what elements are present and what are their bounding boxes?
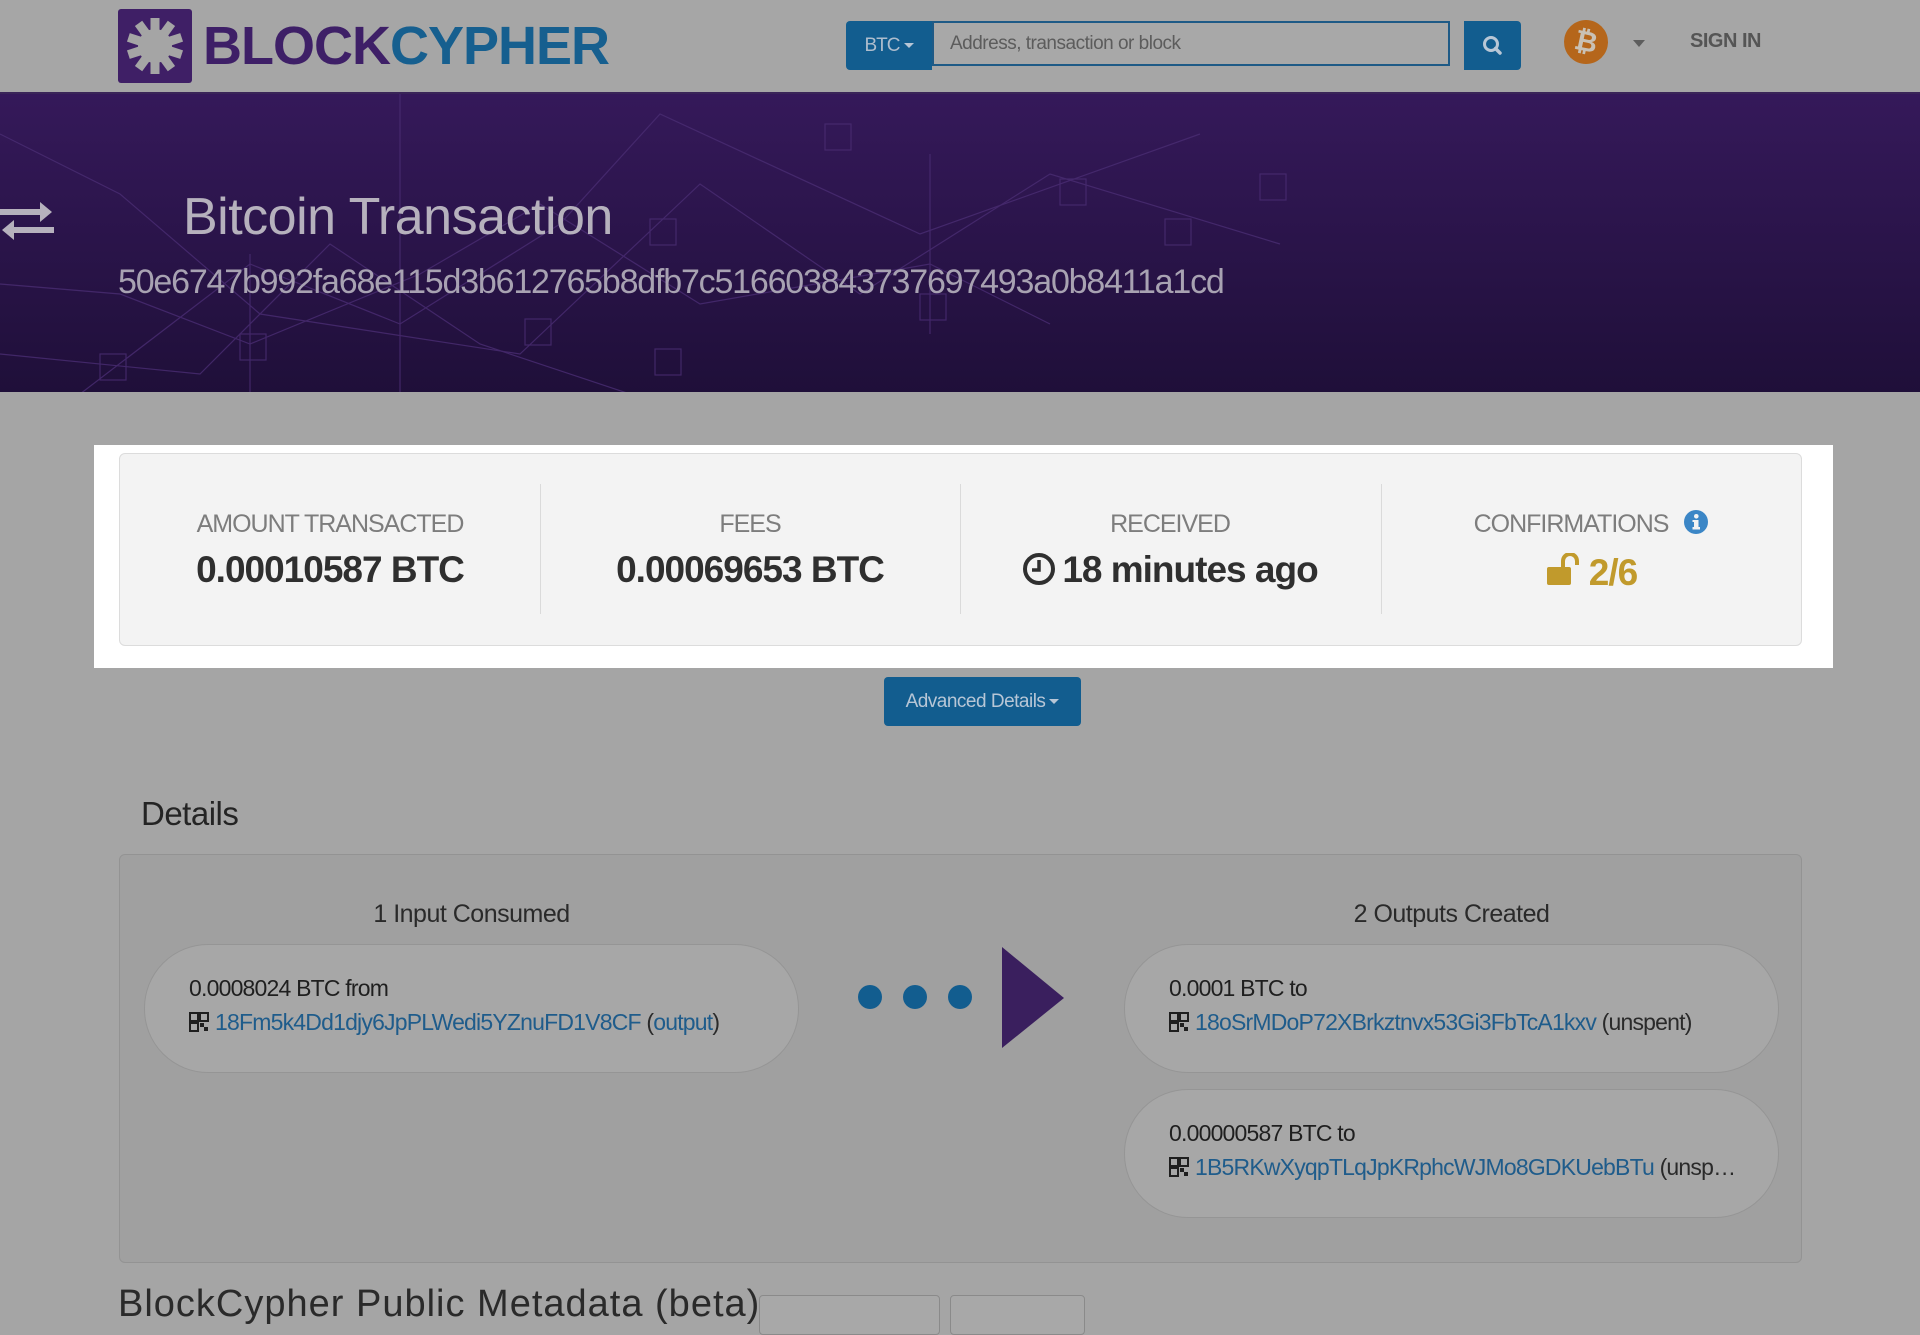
chevron-down-icon (903, 43, 914, 49)
transfer-arrows-icon (0, 202, 54, 240)
output-item: 0.00000587 BTC to 1B5RKwXyqpTLqJpKRphcWJ… (1124, 1089, 1779, 1218)
input-item: 0.0008024 BTC from 18Fm5k4Dd1djy6JpPLWed… (144, 944, 799, 1073)
brand-part-block: BLOCK (203, 16, 391, 76)
stat-value-row: 18 minutes ago (960, 549, 1380, 591)
search-button[interactable] (1464, 21, 1521, 70)
top-navbar: BLOCKCYPHER BTC ₿ SIGN IN (0, 0, 1920, 94)
qr-code-icon[interactable] (1169, 1157, 1189, 1177)
qr-code-icon[interactable] (1169, 1012, 1189, 1032)
received-time: 18 minutes ago (1062, 549, 1318, 590)
output-address-link[interactable]: 18oSrMDoP72XBrkztnvx53Gi3FbTcA1kxv (1195, 1009, 1597, 1035)
stat-confirmations: CONFIRMATIONS 2/6 (1381, 454, 1801, 645)
output-address-row: 18oSrMDoP72XBrkztnvx53Gi3FbTcA1kxv (unsp… (1169, 1009, 1692, 1036)
metadata-button[interactable] (950, 1295, 1085, 1335)
stat-value: 0.00010587 BTC (196, 549, 465, 590)
clock-icon (1023, 553, 1056, 585)
flow-arrow-icon (1002, 947, 1064, 1048)
input-amount: 0.0008024 BTC from (189, 975, 389, 1001)
brand-part-cypher: CYPHER (389, 16, 610, 76)
stat-label: AMOUNT TRANSACTED (196, 510, 465, 538)
stat-label-row: CONFIRMATIONS (1381, 510, 1801, 539)
qr-code-icon[interactable] (189, 1012, 209, 1032)
sign-in-link[interactable]: SIGN IN (1690, 30, 1761, 53)
hero-banner: Bitcoin Transaction 50e6747b992fa68e115d… (0, 94, 1920, 392)
stat-amount-transacted: AMOUNT TRANSACTED 0.00010587 BTC (120, 454, 540, 645)
outputs-heading: 2 Outputs Created (1353, 900, 1550, 928)
output-status: (unsp… (1653, 1154, 1736, 1180)
search-input[interactable] (932, 21, 1450, 66)
stat-label: RECEIVED (1110, 510, 1231, 538)
stat-received: RECEIVED 18 minutes ago (960, 454, 1380, 645)
page-title: Bitcoin Transaction (183, 188, 613, 246)
flow-dot-icon (948, 985, 972, 1009)
transaction-hash[interactable]: 50e6747b992fa68e115d3b612765b8dfb7c51660… (118, 258, 1225, 306)
output-amount: 0.0001 BTC to (1169, 975, 1308, 1001)
output-address-link[interactable]: 1B5RKwXyqpTLqJpKRphcWJMo8GDKUebBTu (1195, 1154, 1655, 1180)
stat-label: FEES (719, 510, 781, 538)
output-item: 0.0001 BTC to 18oSrMDoP72XBrkztnvx53Gi3F… (1124, 944, 1779, 1073)
search-group: BTC (846, 21, 1521, 70)
input-address-link[interactable]: 18Fm5k4Dd1djy6JpPLWedi5YZnuFD1V8CF (215, 1009, 642, 1035)
blockcypher-logo-icon[interactable] (118, 9, 192, 83)
confirmations-count: 2/6 (1588, 552, 1638, 593)
coin-selector-dropdown[interactable]: BTC (846, 21, 932, 70)
chevron-down-icon (1049, 699, 1060, 705)
transaction-summary-card: AMOUNT TRANSACTED 0.00010587 BTC FEES 0.… (119, 453, 1802, 646)
bitcoin-network-icon[interactable]: ₿ (1559, 15, 1613, 69)
brand-wordmark[interactable]: BLOCKCYPHER (203, 14, 610, 78)
network-dropdown-chevron-icon[interactable] (1633, 40, 1645, 47)
confirmations-value-row: 2/6 (1381, 552, 1801, 594)
paren-open: ( (640, 1009, 654, 1035)
inputs-heading: 1 Input Consumed (373, 900, 570, 928)
details-heading: Details (141, 795, 239, 832)
advanced-details-label: Advanced Details (905, 691, 1046, 712)
metadata-heading: BlockCypher Public Metadata (beta) (118, 1283, 761, 1325)
search-icon (1483, 36, 1502, 55)
flow-dot-icon (903, 985, 927, 1009)
output-address-row: 1B5RKwXyqpTLqJpKRphcWJMo8GDKUebBTu (unsp… (1169, 1154, 1735, 1181)
stat-label: CONFIRMATIONS (1473, 510, 1670, 538)
info-icon[interactable] (1684, 510, 1709, 534)
stat-value: 0.00069653 BTC (616, 549, 885, 590)
details-panel: 1 Input Consumed 2 Outputs Created 0.000… (119, 854, 1802, 1263)
output-amount: 0.00000587 BTC to (1169, 1120, 1356, 1146)
advanced-details-button[interactable]: Advanced Details (884, 677, 1081, 726)
input-address-row: 18Fm5k4Dd1djy6JpPLWedi5YZnuFD1V8CF (outp… (189, 1009, 719, 1036)
flow-dot-icon (858, 985, 882, 1009)
coin-selector-label: BTC (864, 35, 901, 56)
paren-close: ) (712, 1009, 720, 1035)
output-link[interactable]: output (653, 1009, 713, 1035)
stat-fees: FEES 0.00069653 BTC (540, 454, 960, 645)
unlock-icon (1546, 552, 1579, 585)
output-status: (unspent) (1596, 1009, 1692, 1035)
metadata-input[interactable] (759, 1295, 940, 1335)
